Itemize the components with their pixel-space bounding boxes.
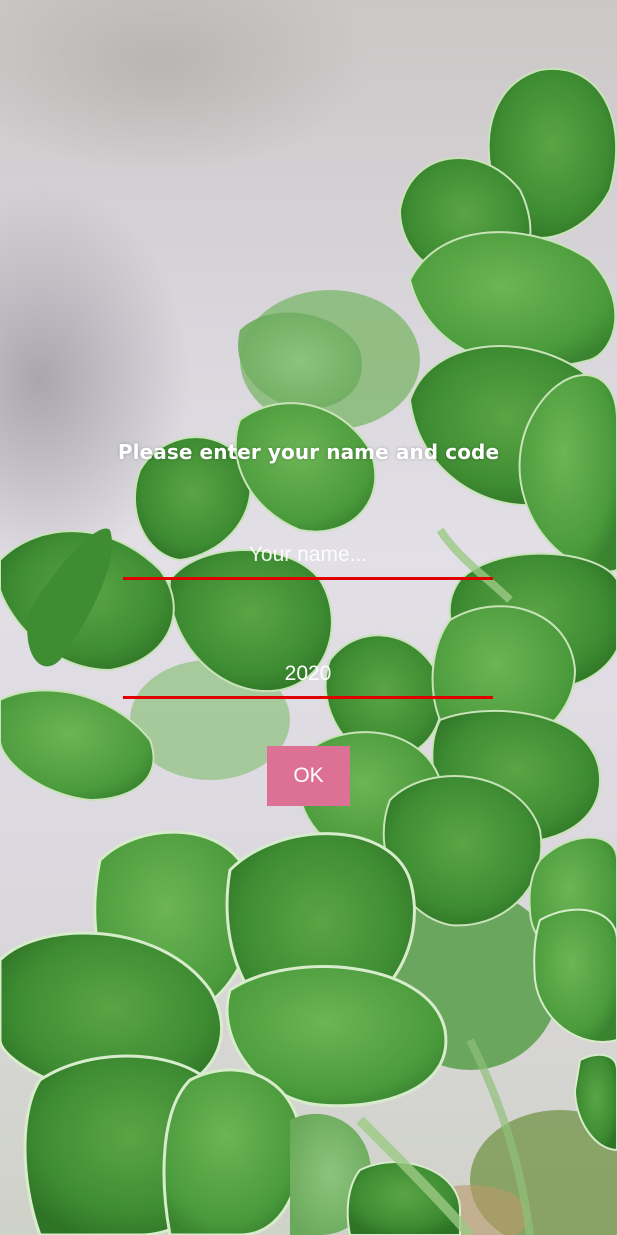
name-input[interactable]: [123, 533, 493, 580]
code-input[interactable]: [123, 652, 493, 699]
ok-button[interactable]: OK: [267, 746, 350, 806]
login-form: Please enter your name and code OK: [0, 0, 617, 1235]
form-title: Please enter your name and code: [117, 440, 500, 464]
